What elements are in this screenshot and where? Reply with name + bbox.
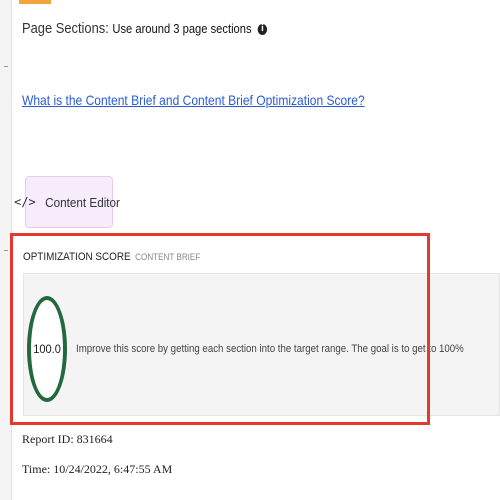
code-icon: </> [14,195,36,209]
truncated-line [22,492,202,500]
content-editor-button[interactable]: </> Content Editor [14,176,120,228]
page-sections-heading: Page Sections: Use around 3 page section… [22,20,268,37]
page-sections-label: Page Sections: [22,20,109,37]
info-icon[interactable]: i [257,23,268,35]
highlight-annotation-box [10,233,430,425]
rail-tick [4,250,8,251]
rail-tick [4,66,8,67]
top-accent-bar [19,0,51,4]
report-time: Time: 10/24/2022, 6:47:55 AM [22,462,173,476]
content-brief-help-link[interactable]: What is the Content Brief and Content Br… [22,92,365,108]
report-id: Report ID: 831664 [22,432,113,446]
content-editor-label: Content Editor [44,194,120,210]
page-sections-value: Use around 3 page sections [112,21,252,36]
